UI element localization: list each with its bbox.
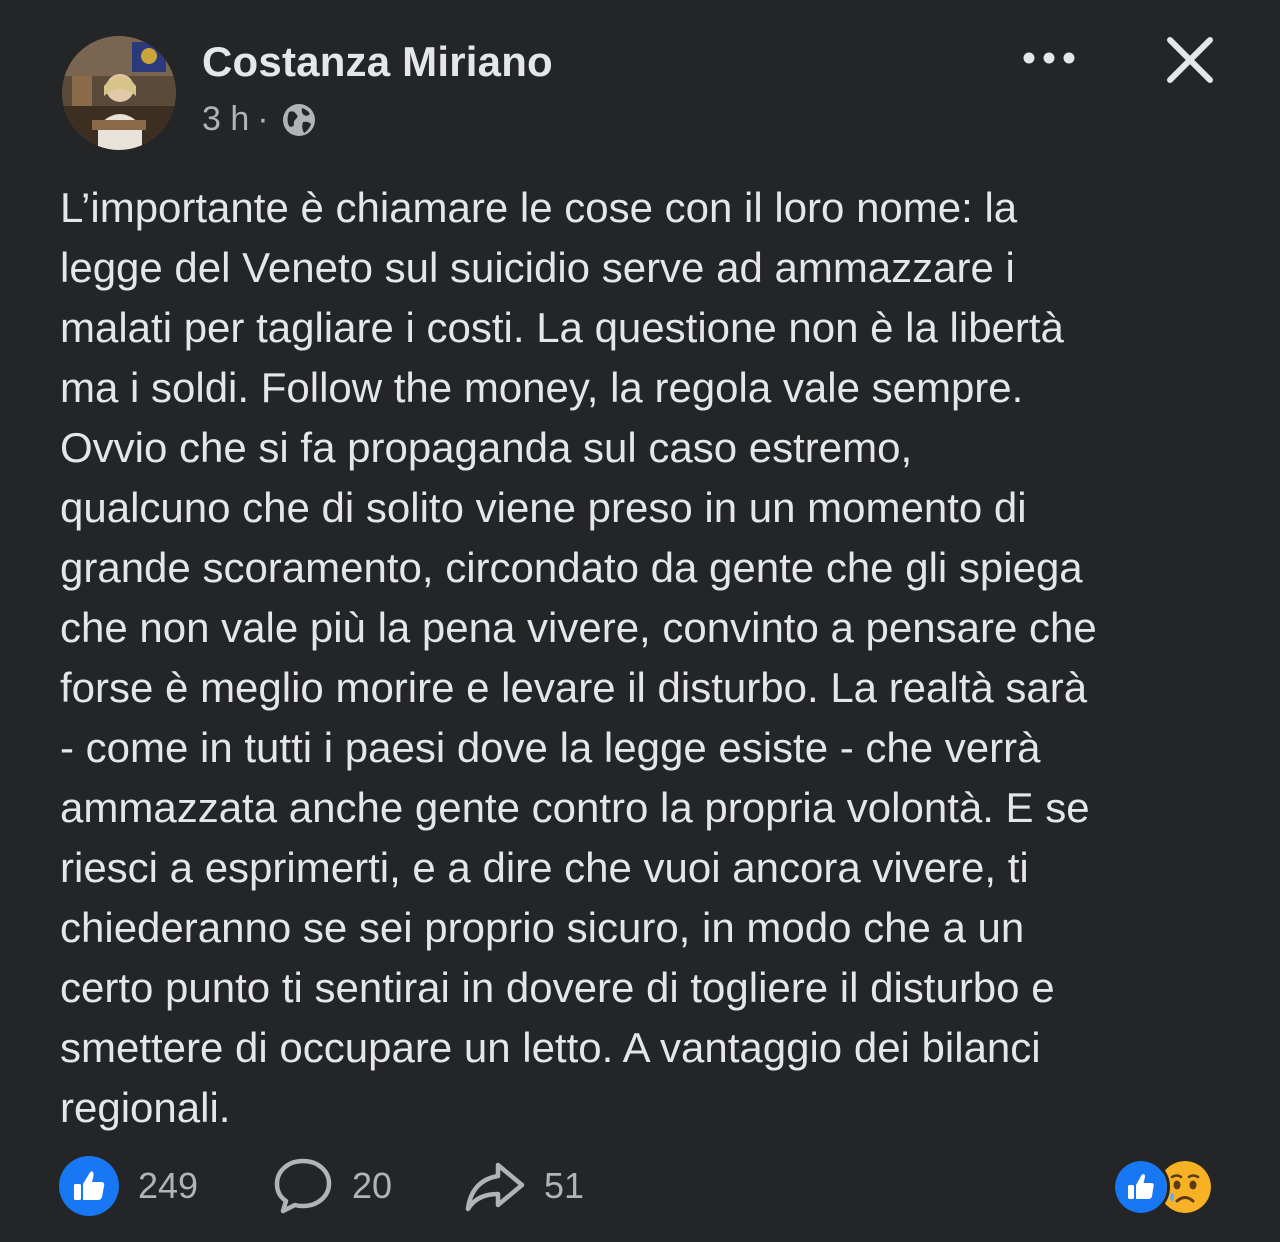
post-text-line: legge del Veneto sul suicidio serve ad a… [60, 244, 1015, 291]
more-options-button[interactable] [1016, 36, 1082, 80]
post-text-line: che non vale più la pena vivere, convint… [60, 604, 1097, 651]
post-text-line: malati per tagliare i costi. La question… [60, 304, 1064, 351]
author-avatar[interactable] [62, 36, 176, 150]
share-icon [465, 1162, 525, 1212]
post-meta: 3 h · [202, 100, 317, 139]
post-text-line: riesci a esprimerti, e a dire che vuoi a… [60, 844, 1029, 891]
post-text-line: grande scoramento, circondato da gente c… [60, 544, 1083, 591]
post-body: L’importante è chiamare le cose con il l… [60, 178, 1230, 1138]
more-options-icon [1023, 52, 1075, 64]
avatar-photo [62, 36, 176, 150]
post-header: Costanza Miriano 3 h · [0, 0, 1280, 160]
like-count: 249 [138, 1165, 199, 1206]
post-text-line: chiederanno se sei proprio sicuro, in mo… [60, 904, 1025, 951]
meta-separator: · [257, 100, 269, 138]
post-text-line: forse è meglio morire e levare il distur… [60, 664, 1088, 711]
close-button[interactable] [1158, 28, 1222, 92]
close-icon [1167, 37, 1213, 83]
globe-icon[interactable] [281, 102, 317, 138]
post-actions-bar: 249 20 51 [0, 1150, 1280, 1222]
like-reaction-icon [1112, 1158, 1170, 1216]
post-text-line: smettere di occupare un letto. A vantagg… [60, 1024, 1041, 1071]
author-name[interactable]: Costanza Miriano [202, 38, 553, 86]
share-count: 51 [544, 1165, 585, 1206]
post-text-line: ma i soldi. Follow the money, la regola … [60, 364, 1024, 411]
post-text-line: L’importante è chiamare le cose con il l… [60, 184, 1018, 231]
comment-button[interactable]: 20 [272, 1150, 392, 1222]
post-text-line: regionali. [60, 1084, 231, 1131]
like-icon [59, 1156, 119, 1216]
post-text-line: Ovvio che si fa propaganda sul caso estr… [60, 424, 913, 471]
post-text-line: qualcuno che di solito viene preso in un… [60, 484, 1027, 531]
like-button[interactable]: 249 [58, 1150, 198, 1222]
comment-count: 20 [352, 1165, 393, 1206]
post-time[interactable]: 3 h [202, 100, 249, 139]
share-button[interactable]: 51 [464, 1150, 584, 1222]
post-text-line: certo punto ti sentirai in dovere di tog… [60, 964, 1055, 1011]
comment-icon [274, 1158, 332, 1214]
post-text-line: ammazzata anche gente contro la propria … [60, 784, 1090, 831]
reactions-summary[interactable] [1112, 1158, 1214, 1216]
post-text-line: - come in tutti i paesi dove la legge es… [60, 724, 1041, 771]
